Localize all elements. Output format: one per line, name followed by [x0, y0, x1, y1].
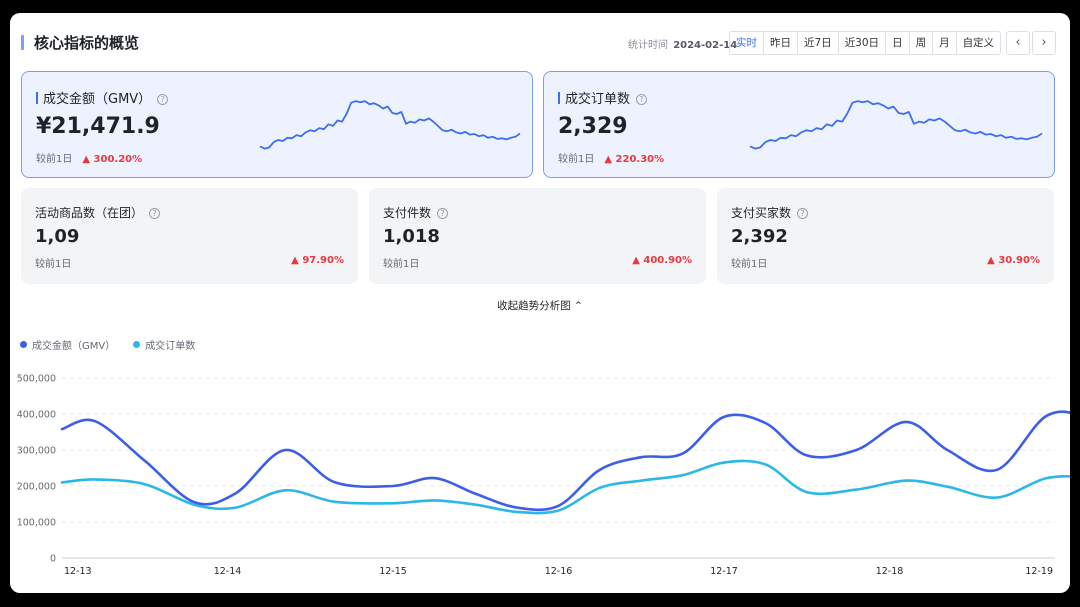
metric-label: 活动商品数（在团）?: [35, 204, 161, 221]
metric-label-text: 支付买家数: [731, 206, 792, 220]
period-tabs: 实时 昨日 近7日 近30日 日 周 月 自定义: [729, 31, 1002, 55]
metric-label-text: 成交金额（GMV）: [43, 92, 152, 107]
compare-label: 较前1日: [36, 154, 73, 165]
title-accent-bar: [21, 35, 24, 50]
metric-compare: 较前1日 ▲ 300.20%: [36, 150, 142, 165]
page-title: 核心指标的概览: [34, 34, 140, 52]
delta-value: ▲ 97.90%: [291, 255, 344, 266]
help-icon[interactable]: ?: [797, 208, 809, 219]
metric-value: 1,018: [383, 226, 440, 247]
metric-label-text: 支付件数: [383, 206, 432, 220]
sparkline-path: [259, 100, 521, 150]
delta-value: ▲ 400.90%: [632, 255, 692, 266]
legend-label: 成交金额（GMV）: [32, 341, 116, 352]
metric-label: 成交订单数?: [558, 88, 648, 107]
y-tick-label: 200,000: [17, 482, 56, 493]
metric-card-active-products[interactable]: 活动商品数（在团）? 1,09 较前1日 ▲ 97.90%: [21, 188, 358, 284]
tab-last-30-days[interactable]: 近30日: [839, 32, 887, 54]
metric-label: 成交金额（GMV）?: [36, 88, 169, 107]
legend-item-gmv[interactable]: 成交金额（GMV）: [20, 337, 115, 352]
y-tick-label: 300,000: [17, 446, 56, 457]
tab-custom[interactable]: 自定义: [957, 32, 1001, 54]
x-tick-label: 12-15: [379, 566, 407, 577]
tab-month[interactable]: 月: [933, 32, 957, 54]
collapse-trend-button[interactable]: 收起趋势分析图 ⌃: [10, 298, 1070, 313]
sparkline-orders: [749, 100, 1043, 150]
trend-chart: 0 100,000 200,000 300,000 400,000 500,000 12-1…: [17, 374, 1070, 577]
series-line-orders: [60, 459, 1070, 515]
compare-label: 较前1日: [558, 154, 595, 165]
sparkline-gmv: [259, 100, 521, 150]
metric-card-orders[interactable]: 成交订单数? 2,329 较前1日 ▲ 220.30%: [543, 71, 1055, 178]
prev-period-button[interactable]: ‹: [1006, 31, 1030, 55]
x-tick-label: 12-18: [876, 566, 904, 577]
x-tick-label: 12-19: [1025, 566, 1053, 577]
x-tick-label: 12-13: [64, 566, 92, 577]
metric-label-text: 成交订单数: [565, 92, 631, 107]
label-accent-bar: [558, 92, 560, 104]
metric-label: 支付件数?: [383, 204, 449, 221]
series-line-gmv: [60, 410, 1070, 512]
metric-value: 2,392: [731, 226, 788, 247]
compare-label: 较前1日: [383, 259, 420, 270]
tab-realtime[interactable]: 实时: [730, 32, 764, 54]
y-tick-label: 100,000: [17, 518, 56, 529]
tab-yesterday[interactable]: 昨日: [764, 32, 798, 54]
x-tick-label: 12-14: [214, 566, 242, 577]
tab-last-7-days[interactable]: 近7日: [798, 32, 839, 54]
x-tick-label: 12-16: [545, 566, 573, 577]
metric-label: 支付买家数?: [731, 204, 809, 221]
y-tick-label: 400,000: [17, 410, 56, 421]
legend-dot: [133, 341, 141, 348]
delta-value: ▲ 30.90%: [987, 255, 1040, 266]
compare-label: 较前1日: [35, 259, 72, 270]
legend-label: 成交订单数: [145, 341, 196, 352]
help-icon[interactable]: ?: [157, 94, 169, 105]
chevron-left-icon: ‹: [1015, 35, 1021, 50]
next-period-button[interactable]: ›: [1032, 31, 1056, 55]
chevron-right-icon: ›: [1041, 35, 1047, 50]
help-icon[interactable]: ?: [636, 94, 648, 105]
metric-label-text: 活动商品数（在团）: [35, 206, 144, 220]
delta-value: ▲ 220.30%: [604, 154, 665, 165]
delta-value: ▲ 300.20%: [82, 154, 143, 165]
metric-card-paid-items[interactable]: 支付件数? 1,018 较前1日 ▲ 400.90%: [369, 188, 706, 284]
stat-time-label: 统计时间: [628, 40, 668, 51]
y-tick-label: 500,000: [17, 374, 56, 385]
tab-week[interactable]: 周: [910, 32, 934, 54]
sparkline-path: [749, 100, 1043, 150]
help-icon[interactable]: ?: [149, 208, 161, 219]
stat-date: 2024-02-14: [673, 40, 738, 51]
label-accent-bar: [36, 92, 38, 104]
metric-card-gmv[interactable]: 成交金额（GMV）? ¥21,471.9 较前1日 ▲ 300.20%: [21, 71, 533, 178]
chart-legend: 成交金额（GMV） 成交订单数: [20, 337, 195, 352]
metric-card-paid-buyers[interactable]: 支付买家数? 2,392 较前1日 ▲ 30.90%: [717, 188, 1054, 284]
help-icon[interactable]: ?: [437, 208, 449, 219]
y-tick-label: 0: [50, 554, 56, 565]
legend-item-orders[interactable]: 成交订单数: [133, 337, 195, 352]
metric-value: 2,329: [558, 114, 628, 139]
metric-value: ¥21,471.9: [36, 114, 160, 139]
metric-value: 1,09: [35, 226, 80, 247]
compare-label: 较前1日: [731, 259, 768, 270]
x-tick-label: 12-17: [710, 566, 738, 577]
tab-day[interactable]: 日: [886, 32, 910, 54]
metric-compare: 较前1日 ▲ 220.30%: [558, 150, 664, 165]
legend-dot: [20, 341, 27, 348]
overview-panel: 核心指标的概览 统计时间 2024-02-14 实时 昨日 近7日 近30日 日…: [10, 13, 1070, 593]
stat-time: 统计时间 2024-02-14: [628, 36, 737, 51]
